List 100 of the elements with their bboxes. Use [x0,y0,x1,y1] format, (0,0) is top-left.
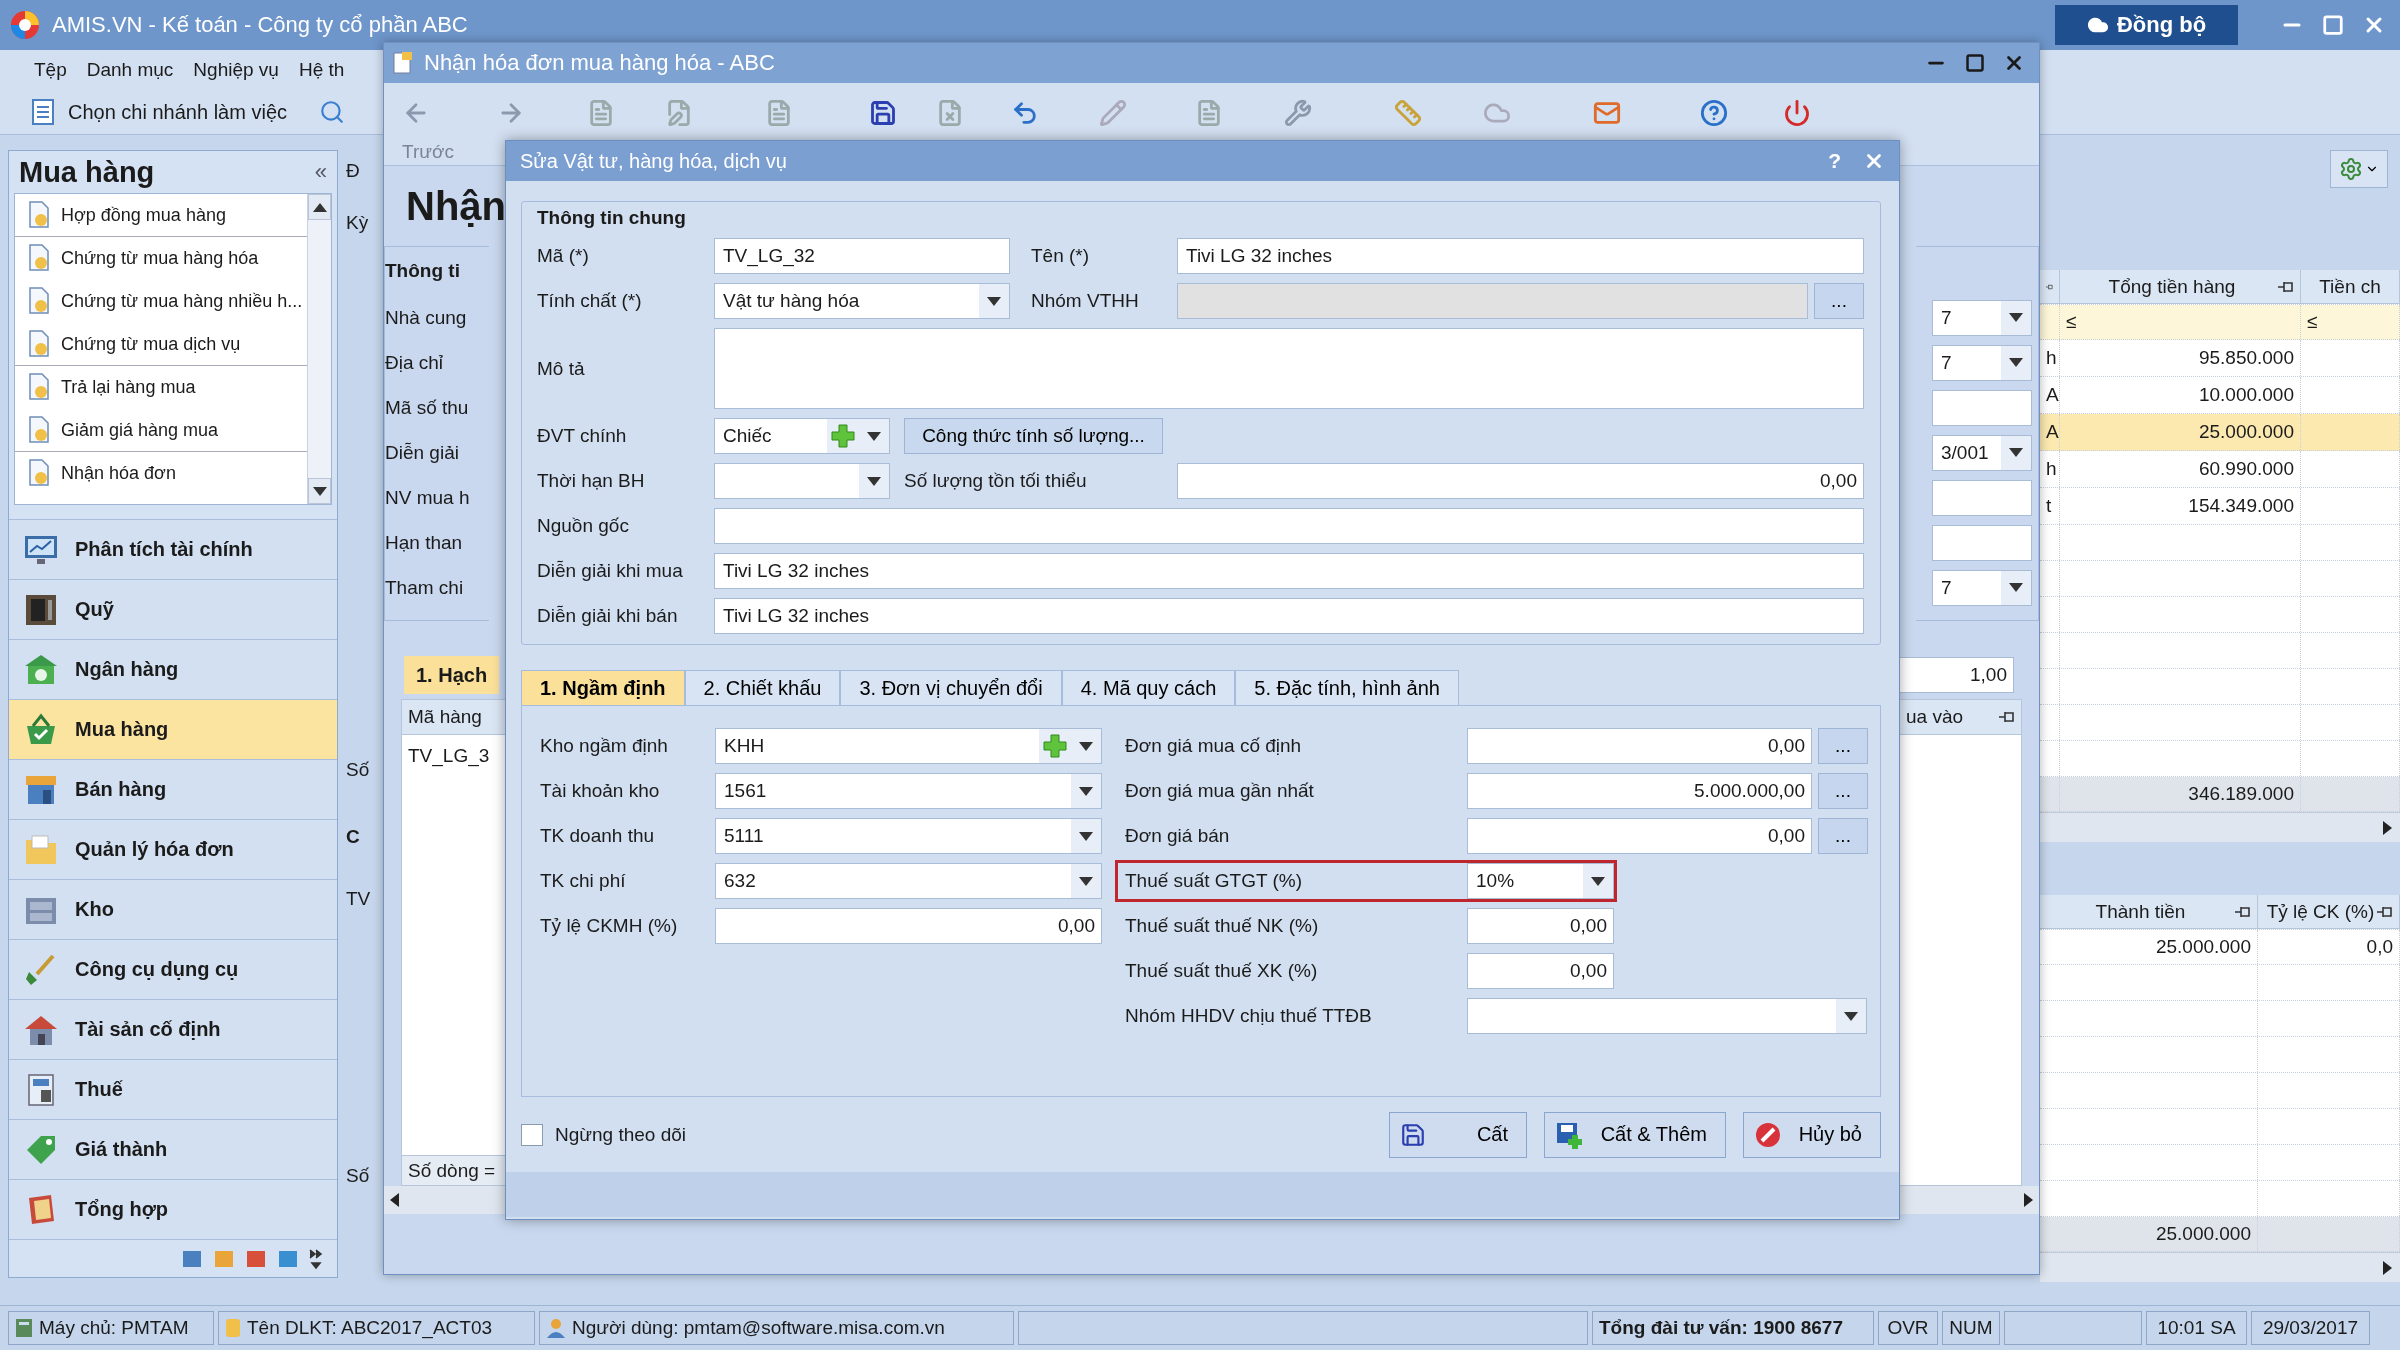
maximize-icon[interactable] [1965,53,1985,73]
combo-box[interactable]: Chiếc [714,418,890,454]
sidebar-item[interactable]: Chứng từ mua hàng hóa [61,247,259,269]
module-item[interactable]: Mua hàng [9,699,337,759]
combo-box[interactable] [714,463,890,499]
help-icon[interactable] [1700,99,1728,127]
number-field[interactable]: 0,00 [1177,463,1864,499]
number-field[interactable]: 0,00 [1467,953,1614,989]
browse-button[interactable]: ... [1818,728,1868,764]
column-header[interactable]: Thành tiền [2040,895,2258,929]
text-field[interactable]: Tivi LG 32 inches [714,553,1864,589]
lookup-field[interactable]: 0,00 [1467,818,1812,854]
field-label: Nhóm VTHH [1031,290,1139,312]
column-header[interactable]: ua vào [1900,700,2021,735]
undo-icon[interactable] [1011,99,1039,127]
pin-icon[interactable] [2278,279,2294,294]
browse-button[interactable]: ... [1818,818,1868,854]
text-field[interactable]: TV_LG_32 [714,238,1010,274]
scroll-down-button[interactable] [308,478,331,504]
settings-button[interactable] [2330,150,2388,188]
filter-cell[interactable]: ≤ [2060,305,2301,339]
combo-box[interactable] [1467,998,1867,1034]
text-field[interactable]: Tivi LG 32 inches [1177,238,1864,274]
sync-button[interactable]: Đồng bộ [2055,5,2238,45]
tab[interactable]: 1. Ngầm định [521,670,685,705]
combo-box[interactable]: KHH [715,728,1102,764]
ruler-icon[interactable] [1394,99,1422,127]
browse-button[interactable]: ... [1818,773,1868,809]
scroll-right-icon[interactable] [2383,1260,2392,1275]
tab[interactable]: 5. Đặc tính, hình ảnh [1235,670,1459,705]
lookup-field[interactable]: 5.000.000,00 [1467,773,1812,809]
mail-icon[interactable] [1593,99,1621,127]
tab[interactable]: 4. Mã quy cách [1061,670,1236,705]
document-delete-icon[interactable] [936,99,964,127]
sidebar-item[interactable]: Hợp đồng mua hàng [61,204,226,226]
combo-box[interactable]: 7 [1932,569,2032,606]
tools-icon[interactable] [1284,99,1312,127]
add-icon[interactable] [1043,734,1067,758]
text-field[interactable] [1932,479,2032,516]
pencil-icon[interactable] [1099,99,1127,127]
pin-icon[interactable] [2235,904,2251,919]
sidebar-item[interactable]: Chứng từ mua dịch vụ [61,333,241,355]
search-icon[interactable] [319,99,345,125]
scroll-up-button[interactable] [308,194,331,220]
pin-icon[interactable] [1999,710,2015,724]
tab[interactable]: 1. Hạch [404,656,500,694]
filter-cell[interactable]: ≤ [2301,305,2400,339]
column-header[interactable]: Mã hàng [402,700,505,735]
column-header[interactable]: Tổng tiền hàng [2060,270,2301,304]
column-header[interactable] [2040,270,2060,304]
scroll-right-icon[interactable] [2383,820,2392,835]
document-icon[interactable] [1195,99,1223,127]
document-edit-icon[interactable] [665,99,693,127]
combo-box[interactable]: 7 [1932,344,2032,381]
menu-item[interactable]: Danh mục [86,59,174,81]
combo-box[interactable]: 632 [715,863,1102,899]
lookup-field[interactable]: 0,00 [1467,728,1812,764]
save-and-add-button[interactable]: Cất & Thêm [1544,1111,1726,1158]
save-add-icon [1555,1120,1583,1149]
checkbox[interactable] [521,1123,543,1146]
power-icon[interactable] [1783,99,1811,127]
combo-box[interactable]: 10% [1467,863,1614,899]
column-header[interactable]: Tỷ lệ CK (%) [2258,895,2400,929]
sidebar-item[interactable]: Trả lại hàng mua [61,376,196,398]
memo-field[interactable] [714,328,1864,409]
more-icon[interactable] [309,1247,323,1270]
menu-item[interactable]: Nghiệp vụ [193,59,279,81]
scroll-left-icon[interactable] [390,1193,399,1207]
menu-item[interactable]: Hệ th [298,59,345,81]
pin-icon[interactable] [2377,904,2393,919]
collapse-button[interactable]: « [314,159,327,185]
number-field[interactable]: 0,00 [1467,908,1614,944]
sidebar-item[interactable]: Giảm giá hàng mua [61,419,219,441]
combo-box[interactable]: 1561 [715,773,1102,809]
combo-box[interactable]: 3/001 [1932,434,2032,471]
menu-item[interactable]: Tệp [34,59,67,81]
combo-box[interactable]: Vật tư hàng hóa [714,283,1010,319]
combo-box[interactable]: 5111 [715,818,1102,854]
tab[interactable]: 2. Chiết khấu [684,670,841,705]
tab[interactable]: 3. Đơn vị chuyển đổi [840,670,1062,705]
branch-selector[interactable]: Chọn chi nhánh làm việc [68,100,287,124]
number-field[interactable]: 1,00 [1899,657,2014,693]
formula-button[interactable]: Công thức tính số lượng... [904,418,1163,454]
scroll-right-icon[interactable] [2024,1193,2033,1207]
text-field[interactable] [1932,524,2032,561]
column-header[interactable]: Tiền ch [2301,270,2400,304]
save-icon[interactable] [869,99,897,127]
cancel-button[interactable]: Hủy bỏ [1743,1111,1881,1158]
text-field[interactable] [714,508,1864,544]
number-field[interactable]: 0,00 [715,908,1102,944]
save-button[interactable]: Cất [1389,1111,1527,1158]
add-icon[interactable] [831,424,855,448]
text-field[interactable]: Tivi LG 32 inches [714,598,1864,634]
sidebar-item[interactable]: Nhận hóa đơn [61,462,176,484]
document-icon[interactable] [765,99,793,127]
group-title: Thông ti [385,260,460,282]
combo-box[interactable]: 7 [1932,299,2032,336]
document-icon[interactable] [587,99,615,127]
sidebar-item[interactable]: Chứng từ mua hàng nhiều h... [61,290,303,312]
text-field[interactable] [1932,389,2032,426]
